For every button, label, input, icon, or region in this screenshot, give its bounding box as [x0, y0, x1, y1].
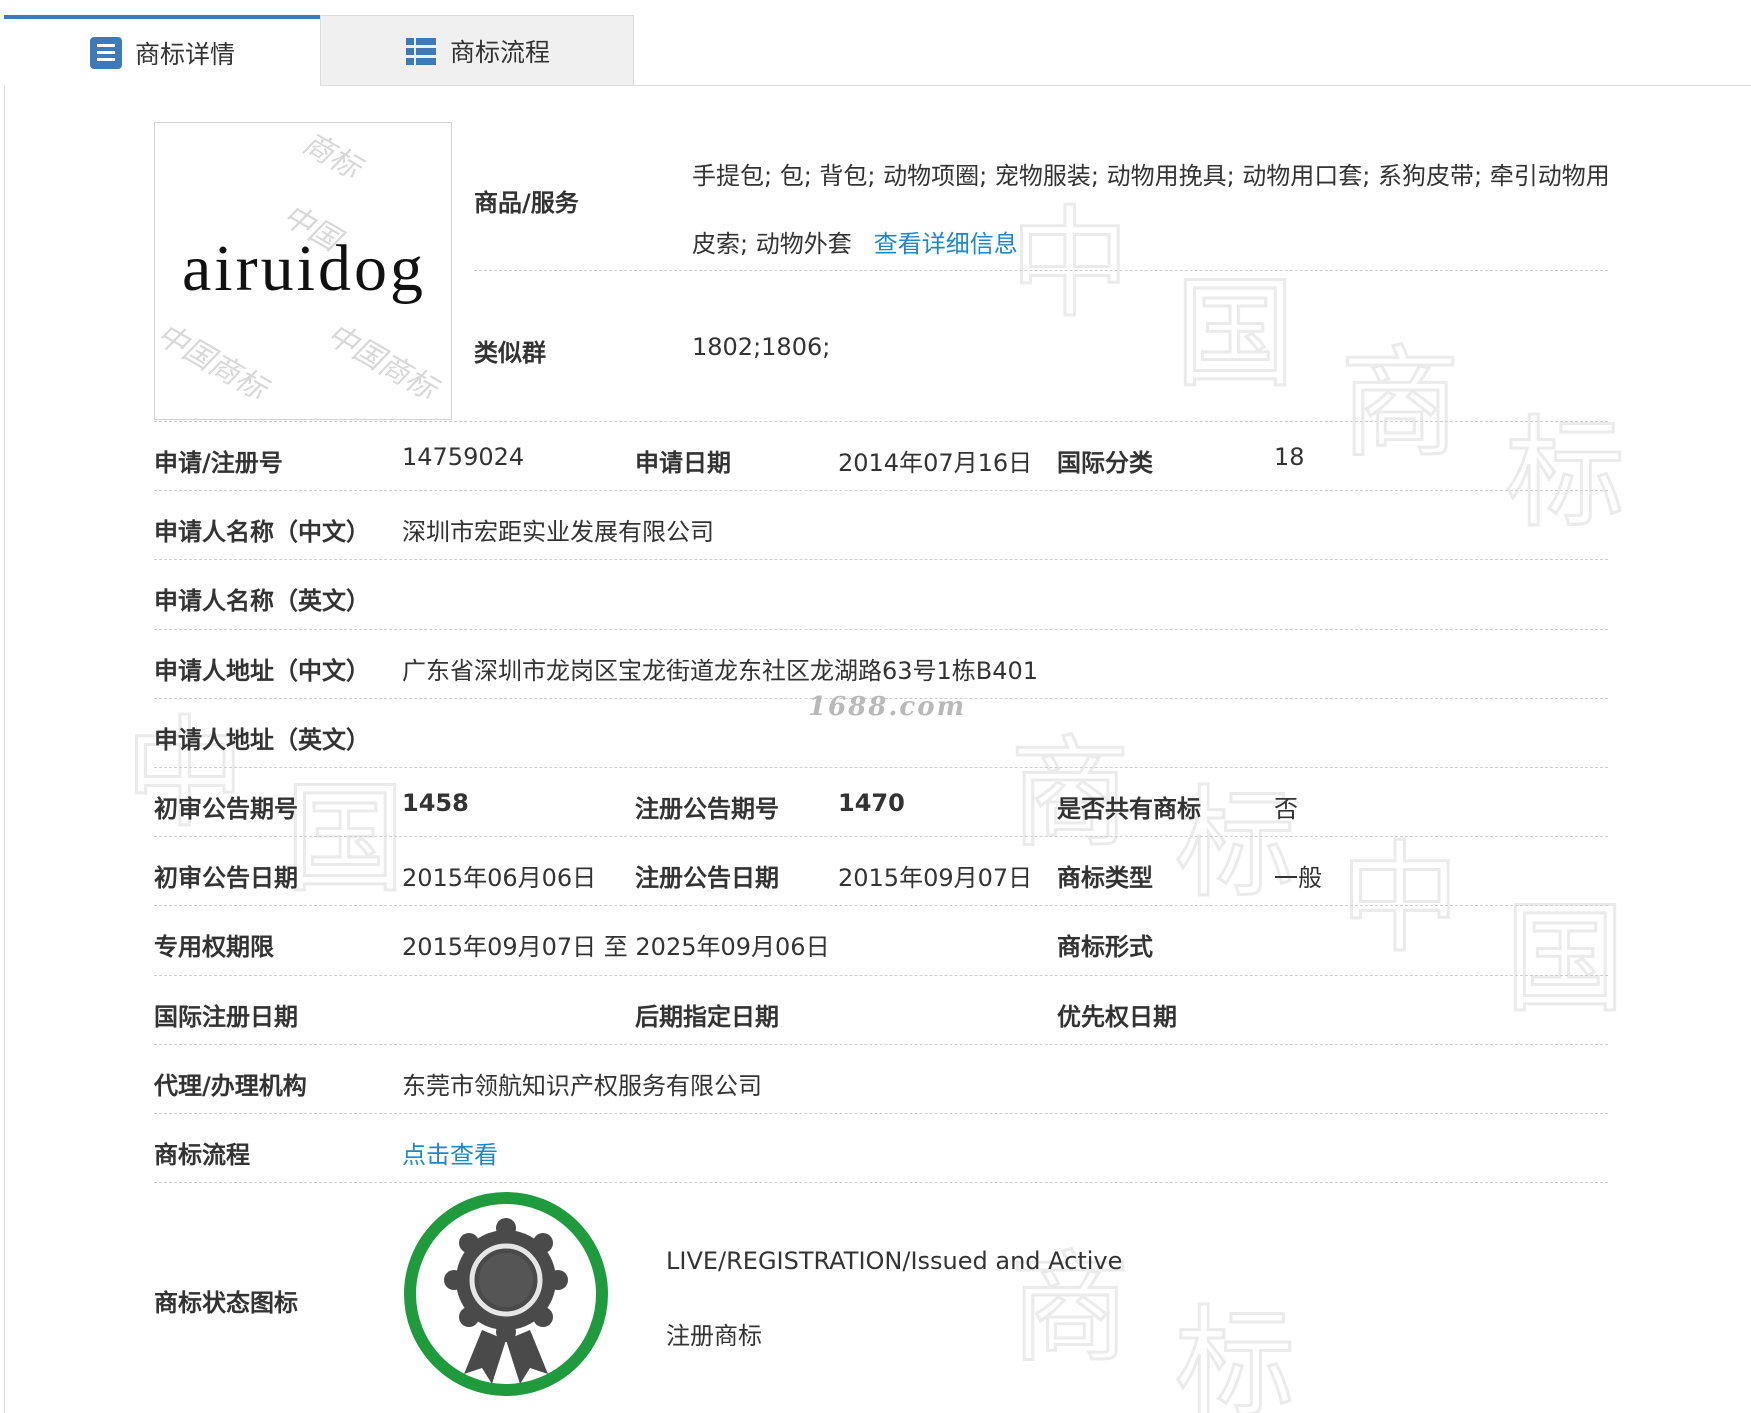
logo-watermark-text: 中国商标: [154, 316, 272, 408]
divider: [154, 1113, 1608, 1114]
logo-watermark-text: 商标: [296, 125, 366, 187]
apply-date-label: 申请日期: [635, 449, 731, 477]
intl-reg-date-label: 国际注册日期: [154, 1003, 298, 1031]
tm-type-label: 商标类型: [1057, 864, 1153, 892]
trademark-image: 商标 中国 中国商标 中国商标 airuidog: [154, 122, 452, 420]
term-value: 2015年09月07日 至 2025年09月06日: [402, 933, 830, 961]
address-cn-value: 广东省深圳市龙岗区宝龙街道龙东社区龙湖路63号1栋B401: [402, 657, 1039, 685]
prelim-issue-label: 初审公告期号: [154, 795, 298, 823]
status-cn-text: 注册商标: [666, 1322, 762, 1350]
divider: [154, 767, 1608, 768]
applicant-cn-label: 申请人名称（中文）: [154, 518, 370, 546]
similar-group-value: 1802;1806;: [692, 333, 831, 361]
divider: [154, 559, 1608, 560]
term-label: 专用权期限: [154, 933, 274, 961]
applicant-en-label: 申请人名称（英文）: [154, 587, 370, 615]
process-label: 商标流程: [154, 1141, 250, 1169]
goods-label: 商品/服务: [474, 189, 579, 217]
reg-issue-label: 注册公告期号: [635, 795, 779, 823]
prelim-date-value: 2015年06月06日: [402, 864, 597, 892]
divider: [154, 1182, 1608, 1183]
reg-issue-value: 1470: [838, 789, 905, 817]
view-details-link[interactable]: 查看详细信息: [874, 230, 1018, 258]
divider: [154, 629, 1608, 630]
shared-value: 否: [1274, 795, 1298, 823]
address-cn-label: 申请人地址（中文）: [154, 657, 370, 685]
registered-status-badge-icon: [404, 1192, 608, 1396]
divider: [154, 905, 1608, 906]
trademark-wordmark: airuidog: [182, 232, 426, 305]
trademark-detail-panel: 商标 中国 中国商标 中国商标 airuidog 商品/服务 手提包; 包; 背…: [0, 0, 1751, 1413]
site-watermark: 1688.com: [808, 692, 967, 722]
applicant-cn-value: 深圳市宏距实业发展有限公司: [402, 518, 714, 546]
prelim-date-label: 初审公告日期: [154, 864, 298, 892]
prelim-issue-value: 1458: [402, 789, 469, 817]
divider: [154, 490, 1608, 491]
apply-date-value: 2014年07月16日: [838, 449, 1033, 477]
divider: [154, 1044, 1608, 1045]
tm-form-label: 商标形式: [1057, 933, 1153, 961]
tm-type-value: 一般: [1274, 864, 1322, 892]
logo-watermark-text: 中国商标: [320, 316, 442, 408]
divider: [154, 836, 1608, 837]
reg-date-value: 2015年09月07日: [838, 864, 1033, 892]
goods-services: 手提包; 包; 背包; 动物项圈; 宠物服装; 动物用挽具; 动物用口套; 系狗…: [692, 142, 1622, 278]
divider: [474, 270, 1608, 271]
view-process-link[interactable]: 点击查看: [402, 1135, 498, 1170]
agent-value: 东莞市领航知识产权服务有限公司: [402, 1072, 762, 1100]
later-date-label: 后期指定日期: [635, 1003, 779, 1031]
intl-class-label: 国际分类: [1057, 449, 1153, 477]
reg-no-value: 14759024: [402, 443, 525, 471]
shared-label: 是否共有商标: [1057, 795, 1201, 823]
reg-no-label: 申请/注册号: [154, 449, 283, 477]
divider: [154, 975, 1608, 976]
divider: [154, 421, 1608, 422]
agent-label: 代理/办理机构: [154, 1072, 307, 1100]
similar-group-label: 类似群: [474, 339, 546, 367]
goods-text: 手提包; 包; 背包; 动物项圈; 宠物服装; 动物用挽具; 动物用口套; 系狗…: [692, 162, 1610, 258]
priority-date-label: 优先权日期: [1057, 1003, 1177, 1031]
address-en-label: 申请人地址（英文）: [154, 726, 370, 754]
status-icon-label: 商标状态图标: [154, 1289, 298, 1317]
reg-date-label: 注册公告日期: [635, 864, 779, 892]
status-en-text: LIVE/REGISTRATION/Issued and Active: [666, 1247, 1123, 1275]
intl-class-value: 18: [1274, 443, 1305, 471]
